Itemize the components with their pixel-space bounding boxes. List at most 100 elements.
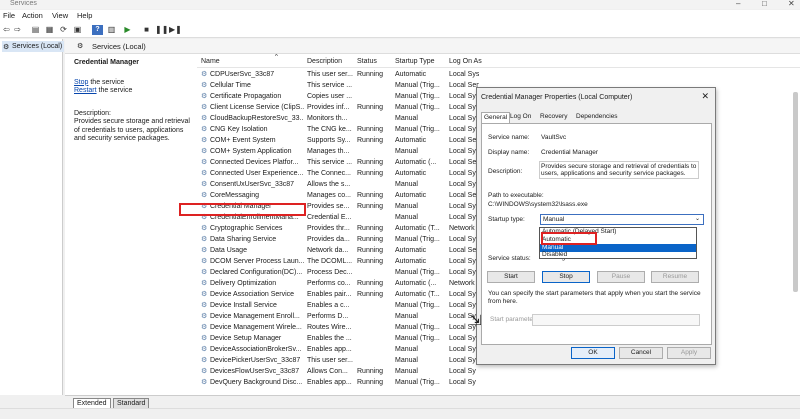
column-log-on-as[interactable]: Log On As [449, 58, 482, 65]
service-name-cell: DCOM Server Process Laun... [210, 258, 304, 265]
stop-service-icon[interactable]: ■ [141, 25, 152, 35]
service-name-cell: DevicePickerUserSvc_33c87 [210, 357, 301, 364]
path-value: C:\WINDOWS\system32\lsass.exe [488, 201, 588, 208]
service-startup-type-cell: Manual (Trig... [395, 302, 440, 309]
service-gear-icon: ⚙ [201, 313, 208, 320]
tab-dependencies[interactable]: Dependencies [574, 112, 620, 123]
vertical-scrollbar[interactable] [793, 92, 798, 292]
menu-action[interactable]: Action [22, 11, 43, 20]
ok-button[interactable]: OK [571, 347, 615, 359]
service-startup-type-cell: Manual (Trig... [395, 82, 440, 89]
pause-service-icon[interactable]: ❚❚ [155, 25, 168, 35]
restart-service-icon[interactable]: ▶❚ [169, 25, 182, 35]
service-startup-type-cell: Manual (Trig... [395, 335, 440, 342]
description-text[interactable]: Provides secure storage and retrieval of… [539, 161, 699, 179]
highlight-automatic-option [541, 232, 597, 245]
service-description-cell: Performs D... [307, 313, 349, 320]
service-startup-type-cell: Automatic [395, 137, 427, 144]
column-status[interactable]: Status [357, 58, 377, 65]
service-logon-cell: Local Sy [449, 126, 476, 133]
resume-button[interactable]: Resume [651, 271, 699, 283]
tab-log-on[interactable]: Log On [508, 112, 533, 123]
forward-icon[interactable]: ⇨ [12, 25, 23, 35]
service-details: Credential Manager Stop the service Rest… [74, 59, 192, 144]
help-icon[interactable]: ? [92, 25, 103, 35]
start-params-input[interactable] [532, 314, 700, 326]
table-row[interactable]: ⚙ DevicesFlowUserSvc_33c87 Allows Con... Ru… [197, 366, 800, 377]
service-startup-type-cell: Manual (Trig... [395, 126, 440, 133]
tab-recovery[interactable]: Recovery [538, 112, 569, 123]
back-icon[interactable]: ⇦ [1, 25, 12, 35]
pause-button[interactable]: Pause [597, 271, 645, 283]
refresh-icon[interactable]: ⟳ [58, 25, 69, 35]
pane-title: Services (Local) [92, 42, 146, 51]
service-description-cell: Credential E... [307, 214, 352, 221]
service-startup-type-cell: Automatic [395, 192, 427, 199]
close-window-button[interactable]: ✕ [788, 0, 795, 8]
service-description-cell: This user ser... [307, 71, 353, 78]
service-status-cell: Running [357, 280, 384, 287]
service-gear-icon: ⚙ [201, 302, 208, 309]
menu-file[interactable]: File [3, 11, 15, 20]
service-startup-type-cell: Automatic [395, 258, 427, 265]
column-name[interactable]: Name [201, 58, 220, 65]
dialog-close-icon[interactable]: ✕ [701, 91, 709, 102]
service-description-cell: Manages co... [307, 192, 351, 199]
properties-icon[interactable]: ▥ [106, 25, 117, 35]
service-status-cell: Running [357, 126, 384, 133]
highlight-credential-manager [179, 203, 306, 216]
service-status-cell: Running [357, 159, 384, 166]
service-logon-cell: Local Sy [449, 148, 476, 155]
service-name-cell: Client License Service (ClipS... [210, 104, 304, 111]
service-logon-cell: Local Sy [449, 214, 476, 221]
stop-button[interactable]: Stop [542, 271, 590, 283]
service-startup-type-cell: Manual (Trig... [395, 269, 440, 276]
service-gear-icon: ⚙ [201, 104, 208, 111]
service-gear-icon: ⚙ [201, 159, 208, 166]
cancel-button[interactable]: Cancel [619, 347, 663, 359]
menu-view[interactable]: View [52, 11, 68, 20]
restart-service-link[interactable]: Restart [74, 87, 97, 94]
service-status-cell: Running [357, 291, 384, 298]
service-logon-cell: Network [449, 225, 475, 232]
service-startup-type-cell: Manual [395, 181, 418, 188]
service-logon-cell: Network [449, 280, 475, 287]
service-startup-type-cell: Automatic (... [395, 159, 437, 166]
service-startup-type-cell: Manual (Trig... [395, 379, 440, 386]
column-startup-type[interactable]: Startup Type [395, 58, 435, 65]
table-row[interactable]: ⚙ CDPUserSvc_33c87 This user ser... Running… [197, 69, 800, 80]
service-description-cell: Enables pair... [307, 291, 352, 298]
menu-help[interactable]: Help [77, 11, 92, 20]
service-logon-cell: Local Syste... [449, 71, 479, 78]
service-startup-type-cell: Automatic (T... [395, 225, 440, 232]
start-service-icon[interactable]: ▶ [122, 25, 133, 35]
service-name-cell: CloudBackupRestoreSvc_33... [210, 115, 304, 122]
service-startup-type-cell: Manual (Trig... [395, 236, 440, 243]
service-status-cell: Running [357, 104, 384, 111]
maximize-button[interactable]: □ [762, 0, 767, 8]
show-tree-icon[interactable]: ▤ [30, 25, 41, 35]
service-gear-icon: ⚙ [201, 71, 208, 78]
stop-service-link[interactable]: Stop [74, 79, 88, 86]
service-gear-icon: ⚙ [201, 148, 208, 155]
service-startup-type-cell: Automatic [395, 170, 427, 177]
dialog-title: Credential Manager Properties (Local Com… [481, 94, 633, 101]
apply-button[interactable]: Apply [667, 347, 711, 359]
export-icon[interactable]: ▣ [72, 25, 83, 35]
service-logon-cell: Local Sy [449, 357, 476, 364]
start-button[interactable]: Start [487, 271, 535, 283]
option-disabled[interactable]: Disabled [540, 251, 696, 259]
tree-node-services-local[interactable]: ⚙ Services (Local) [2, 41, 64, 52]
service-description-cell: Supports Sy... [307, 137, 351, 144]
table-row[interactable]: ⚙ DevQuery Background Disc... Enables app.… [197, 377, 800, 388]
service-description-cell: The DCOML... [307, 258, 353, 265]
column-description[interactable]: Description [307, 58, 342, 65]
grid-icon[interactable]: ▦ [44, 25, 55, 35]
tab-general[interactable]: General [481, 112, 511, 123]
minimize-button[interactable]: – [736, 0, 740, 8]
gear-icon: ⚙ [3, 44, 10, 51]
startup-type-select[interactable]: Manual ⌄ [540, 214, 704, 225]
service-gear-icon: ⚙ [201, 247, 208, 254]
service-description-cell: Allows the s... [307, 181, 351, 188]
details-desc-label: Description: [74, 109, 111, 117]
